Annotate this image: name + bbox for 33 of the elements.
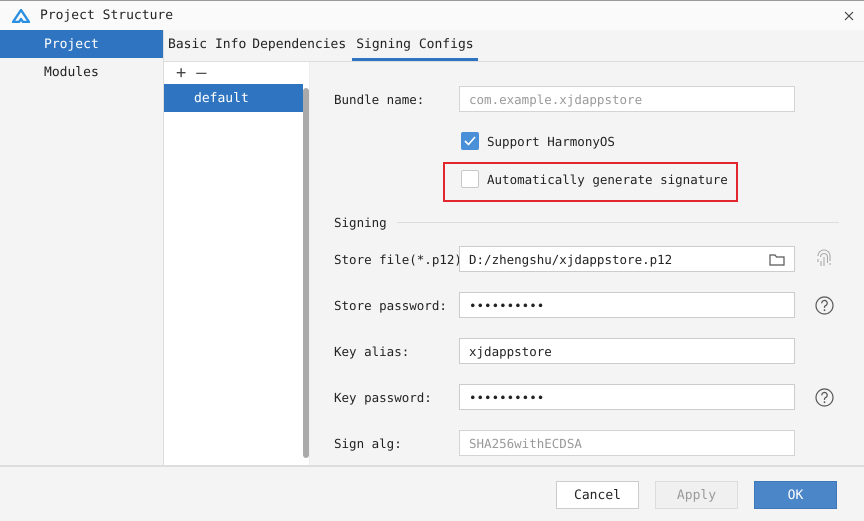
field-label: Store password: xyxy=(334,298,448,312)
section-title: Signing xyxy=(334,214,387,230)
config-item[interactable]: default xyxy=(164,84,303,112)
tab[interactable]: Dependencies xyxy=(252,37,346,61)
app-logo-icon xyxy=(12,8,30,22)
remove-button[interactable]: — xyxy=(196,64,206,82)
sidebar-item[interactable]: Project xyxy=(0,30,163,58)
checkbox[interactable] xyxy=(461,132,479,150)
input-field[interactable]: •••••••••• xyxy=(459,384,795,410)
help-icon[interactable] xyxy=(814,388,834,406)
close-icon[interactable] xyxy=(844,10,854,20)
scrollbar[interactable] xyxy=(303,88,309,458)
check-icon xyxy=(464,136,476,146)
field-label: Store file(*.p12) xyxy=(334,252,459,266)
dialog-button[interactable]: OK xyxy=(754,481,837,509)
field-label: Bundle name: xyxy=(334,92,426,106)
folder-icon[interactable] xyxy=(769,252,785,266)
tab[interactable]: Basic Info xyxy=(168,37,246,61)
add-button[interactable]: + xyxy=(176,64,186,82)
window-title: Project Structure xyxy=(40,8,174,23)
input-field[interactable]: D:/zhengshu/xjdappstore.p12 xyxy=(459,246,795,272)
sidebar-item[interactable]: Modules xyxy=(0,58,163,86)
tab[interactable]: Signing Configs xyxy=(352,37,478,61)
help-icon[interactable] xyxy=(814,296,834,314)
input-field[interactable]: •••••••••• xyxy=(459,292,795,318)
dialog-button[interactable]: Cancel xyxy=(556,481,639,509)
field-label: Key password: xyxy=(334,390,433,404)
checkbox-label: Support HarmonyOS xyxy=(487,134,615,148)
checkbox[interactable] xyxy=(461,170,479,188)
field-label: Key alias: xyxy=(334,344,410,358)
input-field[interactable]: xjdappstore xyxy=(459,338,795,364)
checkbox-label: Automatically generate signature xyxy=(487,172,728,186)
field-label: Sign alg: xyxy=(334,436,403,450)
